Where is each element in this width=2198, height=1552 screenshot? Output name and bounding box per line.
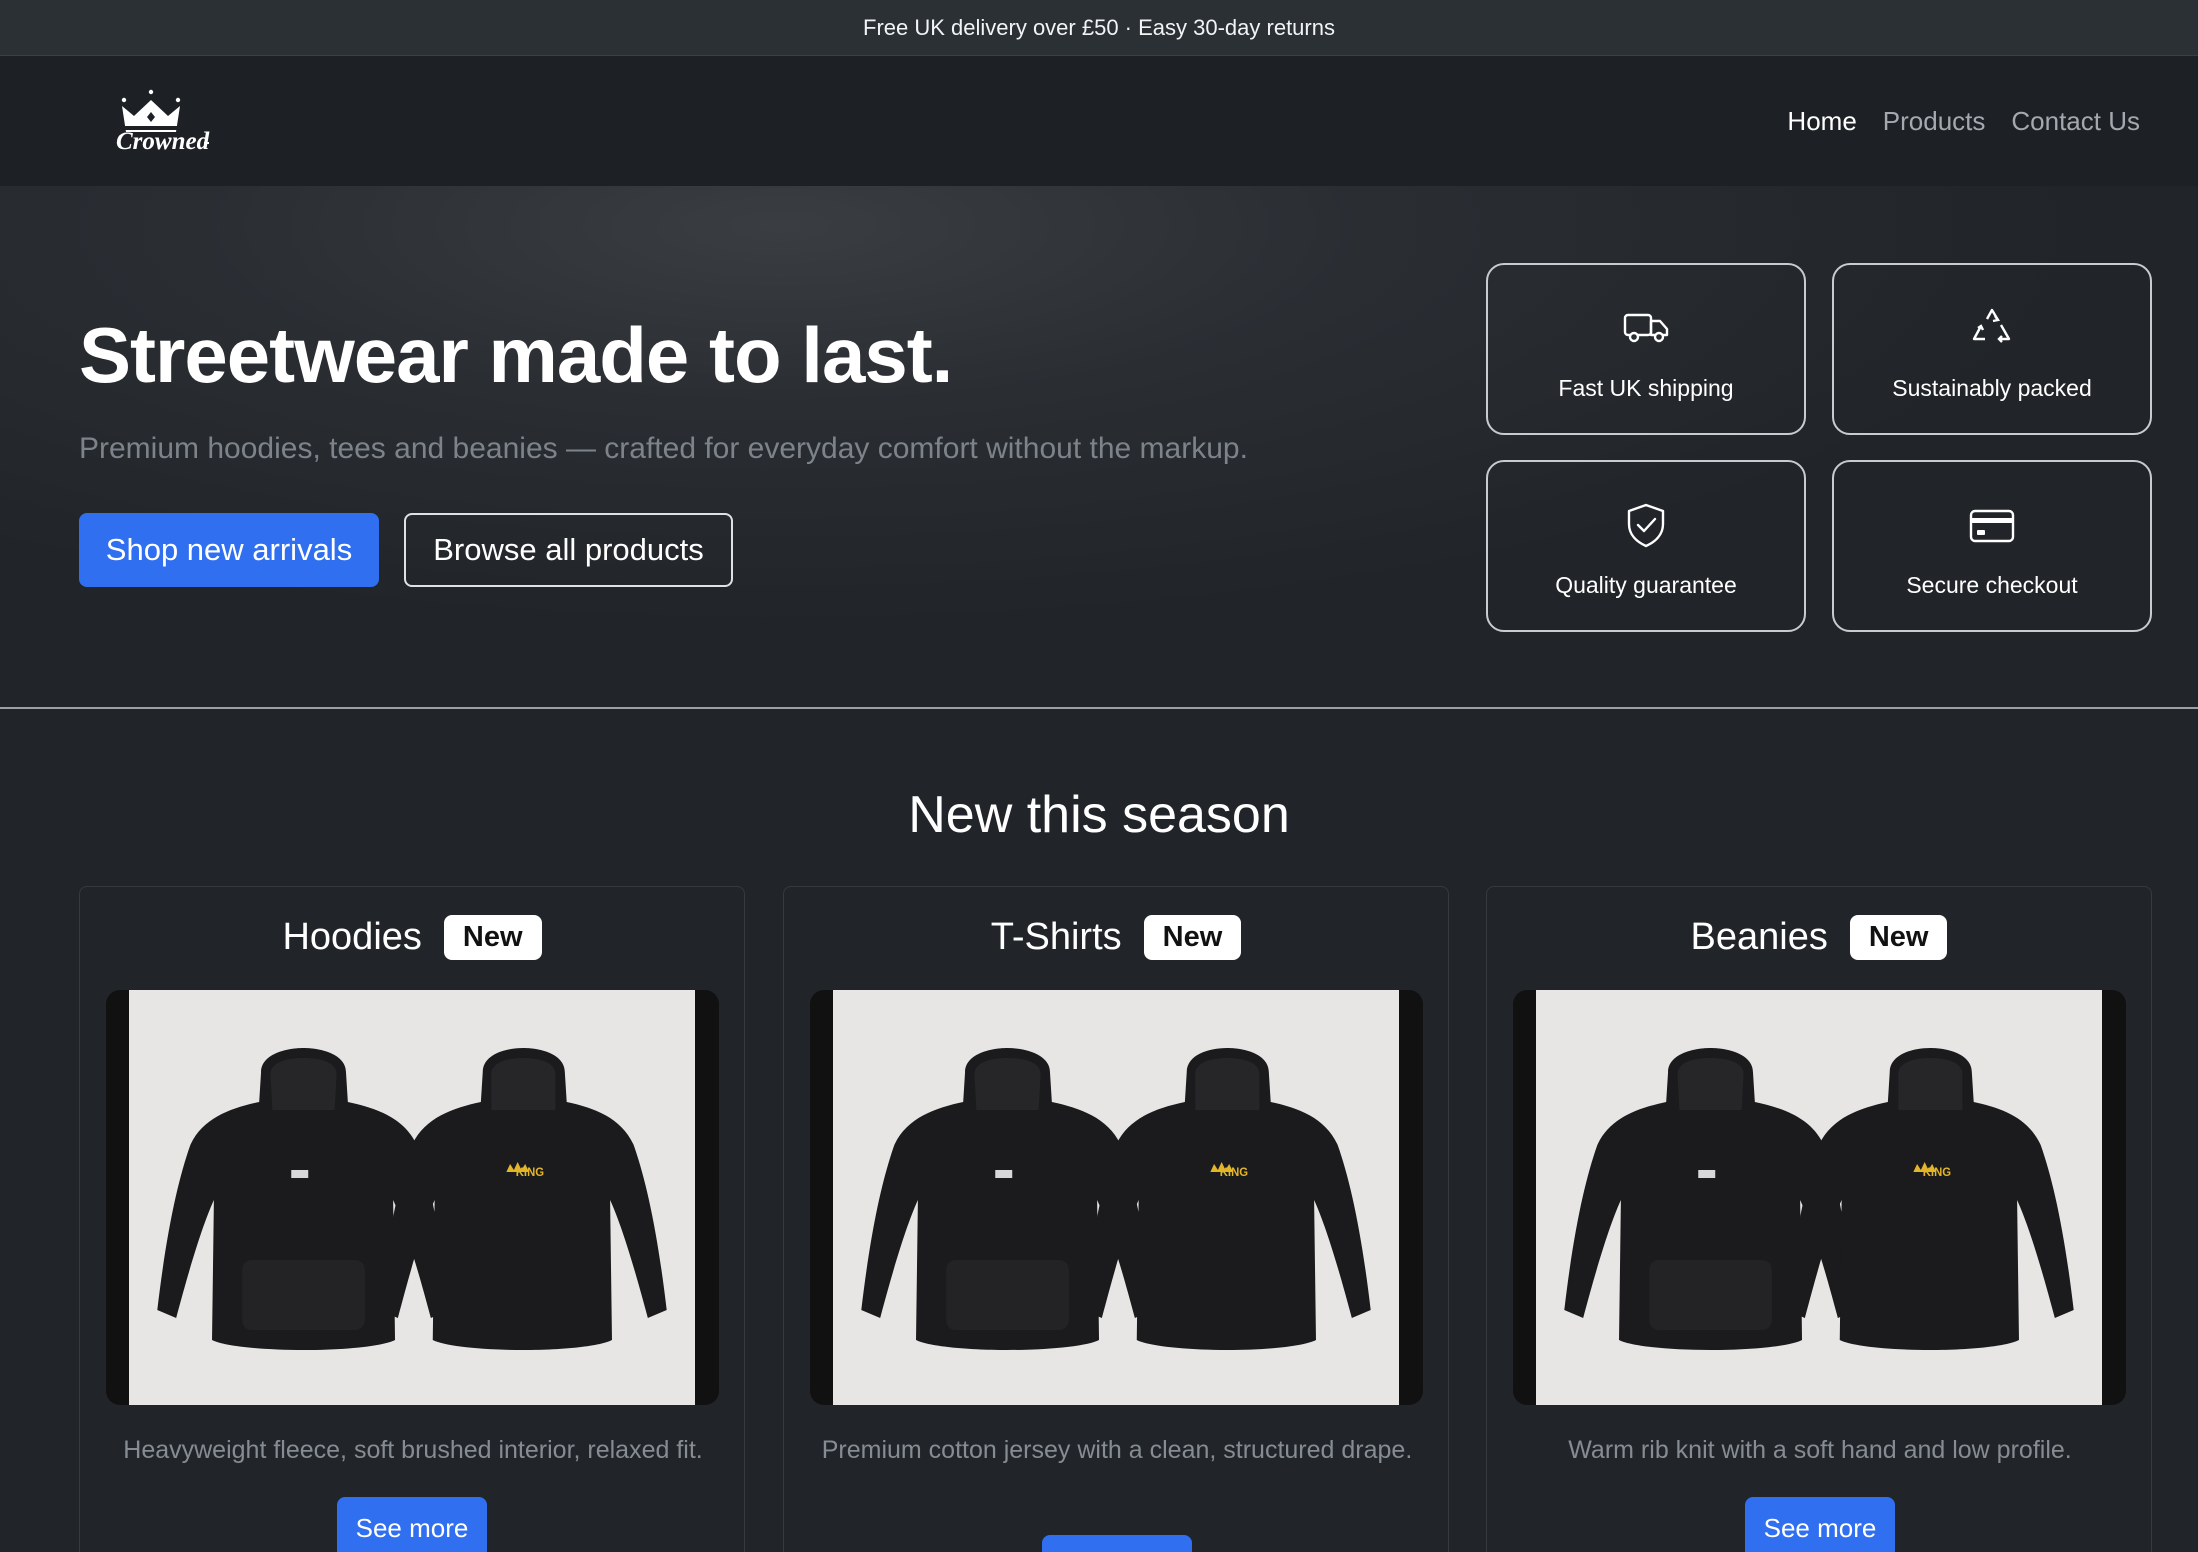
feature-secure-checkout: Secure checkout [1832, 460, 2152, 632]
card-header: Beanies New [1487, 915, 2151, 960]
recycle-icon [1972, 308, 2011, 343]
crown-logo-icon: Crowned [116, 89, 210, 155]
announcement-bar: Free UK delivery over £50 · Easy 30-day … [0, 0, 2198, 56]
product-card-t-shirts: T-Shirts New KING Premium cotton jersey … [783, 886, 1449, 1552]
hoodie-print-text: KING [516, 1166, 544, 1179]
card-title: T-Shirts [990, 916, 1122, 958]
navbar: Crowned Home Products Contact Us [0, 56, 2198, 186]
hoodie-photo: KING [157, 1048, 667, 1350]
shop-new-arrivals-button[interactable]: Shop new arrivals [79, 513, 379, 587]
card-description: Heavyweight fleece, soft brushed interio… [123, 1436, 703, 1464]
hoodie-photo: KING [1564, 1048, 2074, 1350]
card-header: T-Shirts New [784, 915, 1448, 960]
hoodie-print-text: KING [1220, 1166, 1248, 1179]
product-image[interactable]: KING [810, 990, 1423, 1405]
logo-wordmark: Crowned [116, 128, 210, 155]
product-image[interactable]: KING [1513, 990, 2126, 1405]
nav-home[interactable]: Home [1787, 106, 1856, 137]
nav-products[interactable]: Products [1883, 106, 1986, 137]
hero-title: Streetwear made to last. [79, 311, 953, 399]
feature-fast-shipping: Fast UK shipping [1486, 263, 1806, 435]
product-image[interactable]: KING [106, 990, 719, 1405]
feature-label: Quality guarantee [1555, 572, 1737, 598]
card-header: Hoodies New [80, 915, 744, 960]
feature-label: Sustainably packed [1892, 375, 2092, 401]
new-badge: New [443, 915, 542, 960]
new-badge: New [1849, 915, 1948, 960]
feature-sustainably-packed: Sustainably packed [1832, 263, 2152, 435]
card-description: Premium cotton jersey with a clean, stru… [821, 1436, 1413, 1464]
feature-label: Fast UK shipping [1558, 375, 1734, 401]
shield-check-icon [1627, 503, 1665, 548]
announcement-text: Free UK delivery over £50 · Easy 30-day … [863, 14, 1335, 40]
credit-card-icon [1969, 509, 2015, 543]
see-more-button[interactable]: See more [337, 1497, 487, 1552]
nav-contact-us[interactable]: Contact Us [2011, 106, 2140, 137]
card-description: Warm rib knit with a soft hand and low p… [1568, 1436, 2072, 1464]
section-title: New this season [908, 786, 1290, 844]
card-title: Hoodies [282, 916, 422, 958]
new-badge: New [1143, 915, 1242, 960]
see-more-button[interactable]: See more [1042, 1535, 1192, 1552]
product-card-hoodies: Hoodies New KING Heavyweight fleece, sof… [79, 886, 745, 1552]
feature-quality-guarantee: Quality guarantee [1486, 460, 1806, 632]
hoodie-print-text: KING [1923, 1166, 1951, 1179]
hero-section: Streetwear made to last. Premium hoodies… [0, 186, 2198, 709]
hoodie-photo: KING [861, 1048, 1371, 1350]
truck-icon [1623, 313, 1669, 343]
card-title: Beanies [1690, 916, 1828, 958]
feature-label: Secure checkout [1906, 572, 2078, 598]
browse-all-products-button[interactable]: Browse all products [404, 513, 733, 587]
brand-logo[interactable]: Crowned [98, 88, 218, 158]
hero-subtitle: Premium hoodies, tees and beanies — craf… [79, 432, 1248, 465]
product-card-beanies: Beanies New KING Warm rib knit with a so… [1486, 886, 2152, 1552]
nav-links: Home Products Contact Us [1787, 56, 2140, 186]
see-more-button[interactable]: See more [1745, 1497, 1895, 1552]
